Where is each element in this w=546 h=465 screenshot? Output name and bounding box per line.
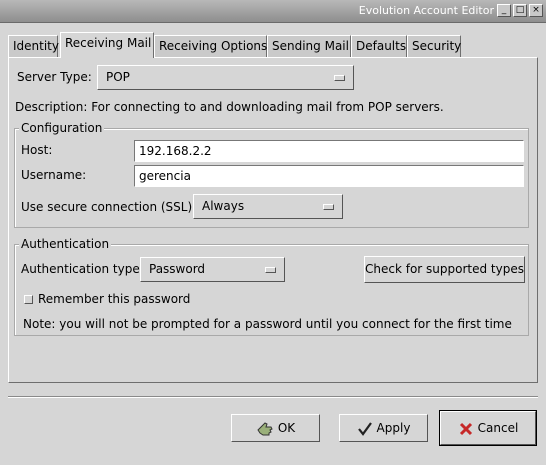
remember-password-checkbox[interactable] xyxy=(24,295,33,304)
ok-hand-icon xyxy=(257,421,273,435)
remember-password-label: Remember this password xyxy=(38,292,191,306)
maximize-button[interactable]: □ xyxy=(513,4,527,17)
option-menu-indicator-icon xyxy=(265,267,276,273)
auth-type-label: Authentication type: xyxy=(21,262,144,276)
option-menu-indicator-icon xyxy=(323,204,334,210)
username-label: Username: xyxy=(21,168,87,182)
option-menu-indicator-icon xyxy=(334,75,345,81)
check-supported-types-button[interactable]: Check for supported types xyxy=(364,256,525,283)
username-input[interactable]: gerencia xyxy=(134,165,524,187)
tab-sending-mail[interactable]: Sending Mail xyxy=(267,35,351,57)
server-type-value: POP xyxy=(106,70,130,84)
cancel-x-icon xyxy=(459,422,472,435)
checkmark-icon xyxy=(357,421,372,436)
tab-identity[interactable]: Identity xyxy=(8,35,59,57)
window-title: Evolution Account Editor xyxy=(358,4,494,17)
host-label: Host: xyxy=(21,143,53,157)
separator xyxy=(8,396,538,398)
minimize-button[interactable]: _ xyxy=(497,4,511,17)
ssl-select[interactable]: Always xyxy=(193,194,343,219)
configuration-title: Configuration xyxy=(19,121,105,135)
server-type-select[interactable]: POP xyxy=(97,65,354,90)
auth-type-select[interactable]: Password xyxy=(140,257,285,282)
host-input[interactable]: 192.168.2.2 xyxy=(134,140,524,162)
title-bar: Evolution Account Editor _ □ × xyxy=(0,0,546,23)
ok-label: OK xyxy=(277,421,296,435)
ok-button[interactable]: OK xyxy=(231,414,320,442)
tab-receiving-options[interactable]: Receiving Options xyxy=(154,35,267,57)
auth-note: Note: you will not be prompted for a pas… xyxy=(23,317,512,331)
authentication-title: Authentication xyxy=(19,237,112,251)
server-type-label: Server Type: xyxy=(17,70,92,84)
tab-defaults[interactable]: Defaults xyxy=(351,35,407,57)
tab-security[interactable]: Security xyxy=(407,35,461,57)
ssl-label: Use secure connection (SSL): xyxy=(21,200,197,214)
apply-label: Apply xyxy=(376,421,411,435)
apply-button[interactable]: Apply xyxy=(339,414,428,442)
close-button[interactable]: × xyxy=(529,4,543,17)
cancel-label: Cancel xyxy=(477,421,519,435)
server-description: Description: For connecting to and downl… xyxy=(15,100,444,114)
cancel-button[interactable]: Cancel xyxy=(439,410,537,446)
auth-type-value: Password xyxy=(149,262,206,276)
ssl-value: Always xyxy=(202,199,245,213)
tab-receiving-mail[interactable]: Receiving Mail xyxy=(60,32,154,58)
